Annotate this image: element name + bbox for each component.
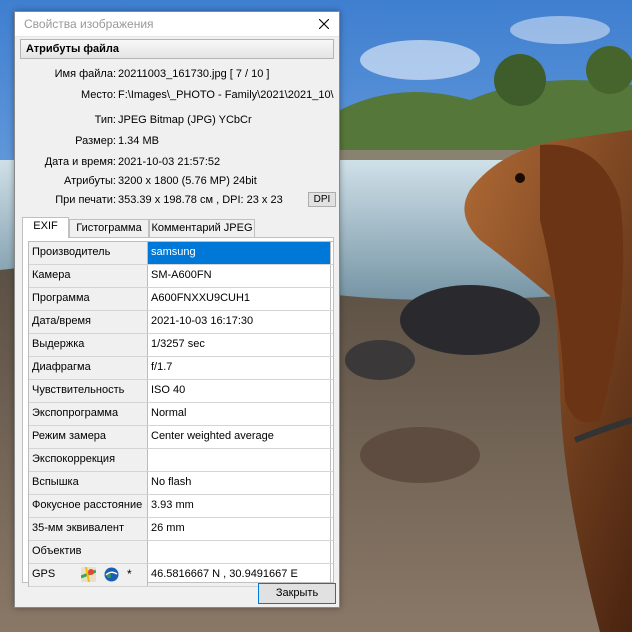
attr-location: Место: F:\Images\_PHOTO - Family\2021\20… (15, 89, 339, 105)
exif-value (148, 541, 331, 563)
close-button[interactable]: Закрыть (258, 583, 336, 604)
attr-print-size: При печати: 353.39 x 198.78 см , DPI: 23… (15, 194, 339, 210)
exif-row[interactable]: Программа A600FNXXU9CUH1 (29, 288, 333, 311)
exif-row[interactable]: Экспопрограмма Normal (29, 403, 333, 426)
exif-name: Экспопрограмма (29, 403, 148, 425)
exif-row[interactable]: Камера SM-A600FN (29, 265, 333, 288)
attr-value: 2021-10-03 21:57:52 (118, 156, 221, 168)
window-title: Свойства изображения (24, 17, 154, 31)
close-window-button[interactable] (309, 12, 339, 36)
attr-value: 20211003_161730.jpg [ 7 / 10 ] (118, 68, 270, 80)
exif-name: GPS * (29, 564, 148, 586)
gps-icons: * (80, 566, 132, 583)
exif-row[interactable]: Диафрагма f/1.7 (29, 357, 333, 380)
attr-attributes: Атрибуты: 3200 x 1800 (5.76 MP) 24bit (15, 175, 339, 191)
exif-value: Center weighted average (148, 426, 331, 448)
exif-row[interactable]: Чувствительность ISO 40 (29, 380, 333, 403)
exif-name: Программа (29, 288, 148, 310)
attr-datetime: Дата и время: 2021-10-03 21:57:52 (15, 156, 339, 172)
copy-star-icon[interactable]: * (127, 567, 132, 582)
exif-value: 26 mm (148, 518, 331, 540)
tab-exif[interactable]: EXIF (22, 217, 69, 238)
title-bar[interactable]: Свойства изображения (15, 12, 339, 37)
exif-row[interactable]: 35-мм эквивалент 26 mm (29, 518, 333, 541)
exif-name: Экспокоррекция (29, 449, 148, 471)
exif-row[interactable]: Экспокоррекция (29, 449, 333, 472)
exif-row[interactable]: Вспышка No flash (29, 472, 333, 495)
exif-value: SM-A600FN (148, 265, 331, 287)
exif-row[interactable]: Объектив (29, 541, 333, 564)
exif-value: Normal (148, 403, 331, 425)
exif-value: f/1.7 (148, 357, 331, 379)
attr-value: JPEG Bitmap (JPG) YCbCr (118, 114, 252, 126)
attr-filename: Имя файла: 20211003_161730.jpg [ 7 / 10 … (15, 68, 339, 84)
attr-value: 353.39 x 198.78 см , DPI: 23 x 23 (118, 194, 283, 206)
exif-name: Фокусное расстояние (29, 495, 148, 517)
exif-value (148, 449, 331, 471)
file-attributes-header: Атрибуты файла (20, 39, 334, 59)
dpi-button[interactable]: DPI (308, 192, 336, 207)
exif-value: A600FNXXU9CUH1 (148, 288, 331, 310)
attr-value: 3200 x 1800 (5.76 MP) 24bit (118, 175, 257, 187)
attr-type: Тип: JPEG Bitmap (JPG) YCbCr (15, 114, 339, 130)
exif-row[interactable]: Фокусное расстояние 3.93 mm (29, 495, 333, 518)
tab-histogram[interactable]: Гистограмма (69, 219, 149, 237)
tab-jpeg-comment[interactable]: Комментарий JPEG (149, 219, 255, 237)
attr-label: Атрибуты: (64, 175, 116, 187)
attr-value: 1.34 MB (118, 135, 159, 147)
exif-row[interactable]: Производитель samsung (29, 242, 333, 265)
file-attributes-title: Атрибуты файла (26, 43, 120, 55)
exif-value: 3.93 mm (148, 495, 331, 517)
gps-label: GPS (32, 568, 56, 580)
exif-value: No flash (148, 472, 331, 494)
exif-name: Чувствительность (29, 380, 148, 402)
attr-label: Имя файла: (54, 68, 116, 80)
attr-label: Дата и время: (44, 156, 116, 168)
exif-row[interactable]: Режим замера Center weighted average (29, 426, 333, 449)
exif-panel: Производитель samsung Камера SM-A600FN П… (22, 237, 334, 587)
google-earth-icon[interactable] (104, 567, 119, 582)
attr-label: Тип: (94, 114, 116, 126)
attr-label: При печати: (55, 194, 116, 206)
exif-row[interactable]: Выдержка 1/3257 sec (29, 334, 333, 357)
exif-name: Выдержка (29, 334, 148, 356)
exif-value: 1/3257 sec (148, 334, 331, 356)
exif-name: Камера (29, 265, 148, 287)
exif-name: Дата/время (29, 311, 148, 333)
attr-size: Размер: 1.34 MB (15, 135, 339, 151)
exif-row[interactable]: Дата/время 2021-10-03 16:17:30 (29, 311, 333, 334)
close-icon (319, 19, 329, 29)
attr-label: Место: (81, 89, 116, 101)
exif-value: 2021-10-03 16:17:30 (148, 311, 331, 333)
exif-value: ISO 40 (148, 380, 331, 402)
exif-name: 35-мм эквивалент (29, 518, 148, 540)
exif-name: Вспышка (29, 472, 148, 494)
attr-label: Размер: (75, 135, 116, 147)
exif-name: Диафрагма (29, 357, 148, 379)
attr-value: F:\Images\_PHOTO - Family\2021\2021_10\ (118, 89, 334, 101)
exif-name: Производитель (29, 242, 148, 264)
exif-name: Режим замера (29, 426, 148, 448)
exif-table[interactable]: Производитель samsung Камера SM-A600FN П… (28, 241, 333, 587)
google-maps-icon[interactable] (80, 566, 97, 583)
exif-name: Объектив (29, 541, 148, 563)
image-properties-dialog: Свойства изображения Атрибуты файла Имя … (14, 11, 340, 608)
exif-value: samsung (148, 242, 331, 264)
